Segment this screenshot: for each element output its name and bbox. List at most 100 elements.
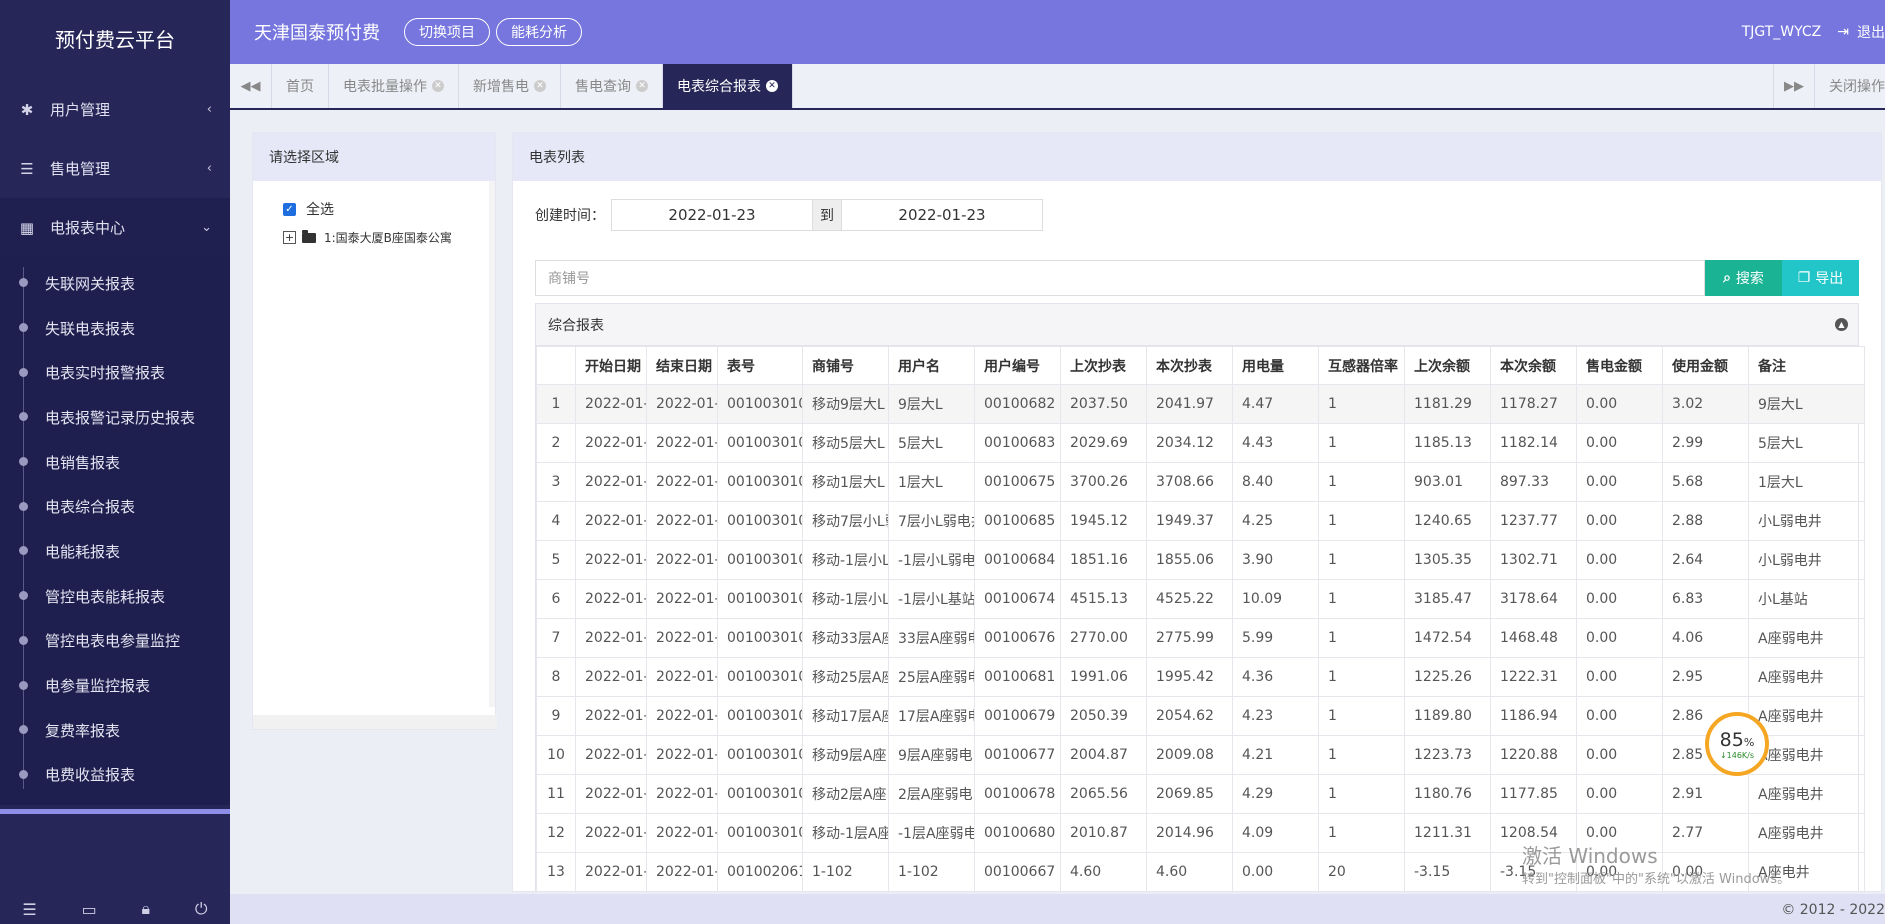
sidebar-item-label: 用户管理: [50, 101, 111, 119]
table-cell: 1995.42: [1146, 657, 1233, 697]
sidebar-subitem[interactable]: 电销售报表: [0, 440, 230, 485]
close-icon[interactable]: ✕: [766, 80, 778, 92]
table-row[interactable]: 62022-01-232022-01-23001003010移动-1层小L-1层…: [536, 579, 1865, 619]
sidebar-subitem[interactable]: 电表实时报警报表: [0, 350, 230, 395]
sidebar-subitem[interactable]: 失联电表报表: [0, 306, 230, 351]
table-row[interactable]: 12022-01-232022-01-23001003010移动9层大L9层大L…: [536, 384, 1865, 424]
logout-button[interactable]: ⇥ 退出: [1837, 22, 1885, 42]
column-header[interactable]: 本次余额: [1490, 346, 1577, 385]
select-all-checkbox[interactable]: ✓ 全选: [283, 199, 495, 219]
column-header[interactable]: 开始日期: [575, 346, 647, 385]
column-header[interactable]: 售电金额: [1576, 346, 1663, 385]
table-row[interactable]: 42022-01-232022-01-23001003010移动7层小L弱7层小…: [536, 501, 1865, 541]
table-cell: 2054.62: [1146, 696, 1233, 736]
table-row[interactable]: 102022-01-232022-01-23001003010移动9层A座9层A…: [536, 735, 1865, 775]
sidebar-subitem[interactable]: 电表综合报表: [0, 484, 230, 529]
table-cell: 9层大L: [888, 384, 975, 424]
sidebar-item-label: 电报表中心: [50, 219, 126, 237]
table-cell: 00100685: [974, 501, 1061, 541]
table-cell: 00100683: [974, 423, 1061, 463]
close-icon[interactable]: ✕: [534, 80, 546, 92]
table-cell: 3.90: [1232, 540, 1319, 580]
sidebar-item-user-management[interactable]: ✱ 用户管理 ‹: [0, 80, 230, 139]
table-row[interactable]: 122022-01-232022-01-23001003010移动-1层A座-1…: [536, 813, 1865, 853]
column-header[interactable]: 上次余额: [1404, 346, 1491, 385]
column-header[interactable]: 表号: [717, 346, 803, 385]
column-header[interactable]: [536, 346, 576, 385]
vertical-scrollbar[interactable]: [489, 181, 495, 707]
table-cell: 移动9层A座: [802, 735, 889, 775]
tab-bar: ◀◀ 首页 电表批量操作 ✕ 新增售电 ✕ 售电查询 ✕ 电表综合报表 ✕ ▶▶ 关闭操…: [230, 64, 1885, 110]
network-speed-widget[interactable]: 85% ↓146K/s: [1705, 712, 1769, 776]
sidebar-subitem[interactable]: 电参量监控报表: [0, 663, 230, 708]
table-row[interactable]: 112022-01-232022-01-23001003010移动2层A座2层A…: [536, 774, 1865, 814]
column-header[interactable]: 互感器倍率: [1318, 346, 1405, 385]
energy-analysis-button[interactable]: 能耗分析: [496, 18, 582, 46]
date-to-input[interactable]: 2022-01-23: [841, 199, 1043, 231]
export-button[interactable]: ❐ 导出: [1782, 260, 1859, 296]
column-header[interactable]: 备注: [1748, 346, 1865, 385]
sidebar-subitem[interactable]: 电能耗报表: [0, 529, 230, 574]
column-header[interactable]: 结束日期: [646, 346, 718, 385]
grid-icon: ▦: [19, 218, 35, 237]
table-cell: 0.00: [1576, 579, 1663, 619]
date-from-input[interactable]: 2022-01-23: [611, 199, 813, 231]
column-header[interactable]: 上次抄表: [1060, 346, 1147, 385]
table-cell: 001003010: [717, 423, 803, 463]
sidebar-item-sales-management[interactable]: ☰ 售电管理 ‹: [0, 139, 230, 198]
monitor-icon[interactable]: ▭: [82, 900, 97, 919]
table-cell: 0.00: [1232, 852, 1319, 891]
sidebar-subitem[interactable]: 管控电表能耗报表: [0, 574, 230, 619]
table-cell: -1层A座弱电: [888, 813, 975, 853]
table-cell: 2.95: [1662, 657, 1749, 697]
table-cell: 2022-01-23: [575, 657, 647, 697]
lock-icon[interactable]: 🔒︎: [142, 899, 151, 919]
tab-label: 售电查询: [575, 79, 631, 95]
table-cell: 1: [536, 384, 576, 424]
column-header[interactable]: 用户编号: [974, 346, 1061, 385]
close-icon[interactable]: ✕: [636, 80, 648, 92]
column-header[interactable]: 商铺号: [802, 346, 889, 385]
sidebar-subitem[interactable]: 失联网关报表: [0, 261, 230, 306]
tab-sales-query[interactable]: 售电查询 ✕: [561, 64, 663, 108]
table-row[interactable]: 92022-01-232022-01-23001003010移动17层A座17层…: [536, 696, 1865, 736]
collapse-icon[interactable]: ▲: [1835, 318, 1848, 331]
switch-project-button[interactable]: 切换项目: [404, 18, 490, 46]
tab-meter-report[interactable]: 电表综合报表 ✕: [663, 64, 793, 108]
table-cell: 1: [1318, 462, 1405, 502]
column-header[interactable]: 用电量: [1232, 346, 1319, 385]
table-cell: A座弱电井: [1748, 618, 1865, 658]
sidebar-subitem[interactable]: 电费收益报表: [0, 753, 230, 798]
sidebar-subitem[interactable]: 复费率报表: [0, 708, 230, 753]
table-cell: 1220.88: [1490, 735, 1577, 775]
tab-batch-meter-ops[interactable]: 电表批量操作 ✕: [329, 64, 459, 108]
table-row[interactable]: 22022-01-232022-01-23001003010移动5层大L5层大L…: [536, 423, 1865, 463]
sidebar-subitem[interactable]: 电表报警记录历史报表: [0, 395, 230, 440]
table-cell: 1: [1318, 501, 1405, 541]
sidebar-subitem[interactable]: 管控电表电参量监控: [0, 619, 230, 664]
column-header[interactable]: 使用金额: [1662, 346, 1749, 385]
column-header[interactable]: 用户名: [888, 346, 975, 385]
expand-icon[interactable]: +: [283, 231, 296, 244]
table-cell: 1240.65: [1404, 501, 1491, 541]
horizontal-scrollbar[interactable]: [253, 715, 497, 729]
table-row[interactable]: 72022-01-232022-01-23001003010移动33层A座33层…: [536, 618, 1865, 658]
column-header[interactable]: 本次抄表: [1146, 346, 1233, 385]
shop-number-input[interactable]: 商铺号: [535, 260, 1705, 296]
table-row[interactable]: 32022-01-232022-01-23001003010移动1层大L1层大L…: [536, 462, 1865, 502]
tab-scroll-left-button[interactable]: ◀◀: [230, 64, 272, 108]
search-button[interactable]: ⌕ 搜索: [1705, 260, 1782, 296]
tab-home[interactable]: 首页: [272, 64, 329, 108]
tab-scroll-right-button[interactable]: ▶▶: [1773, 64, 1815, 108]
power-icon[interactable]: ⏻: [195, 899, 208, 919]
table-row[interactable]: 82022-01-232022-01-23001003010移动25层A座25层…: [536, 657, 1865, 697]
sidebar-item-report-center[interactable]: ▦ 电报表中心 ⌄: [0, 198, 230, 257]
table-row[interactable]: 52022-01-232022-01-23001003010移动-1层小L-1层…: [536, 540, 1865, 580]
menu-icon[interactable]: ☰: [22, 900, 36, 919]
tree-node[interactable]: + 1:国泰大厦B座国泰公寓: [283, 229, 495, 246]
table-cell: 1949.37: [1146, 501, 1233, 541]
tab-new-sale[interactable]: 新增售电 ✕: [459, 64, 561, 108]
brand-title: 预付费云平台: [55, 27, 175, 52]
close-icon[interactable]: ✕: [432, 80, 444, 92]
close-operations-button[interactable]: 关闭操作: [1815, 64, 1885, 108]
